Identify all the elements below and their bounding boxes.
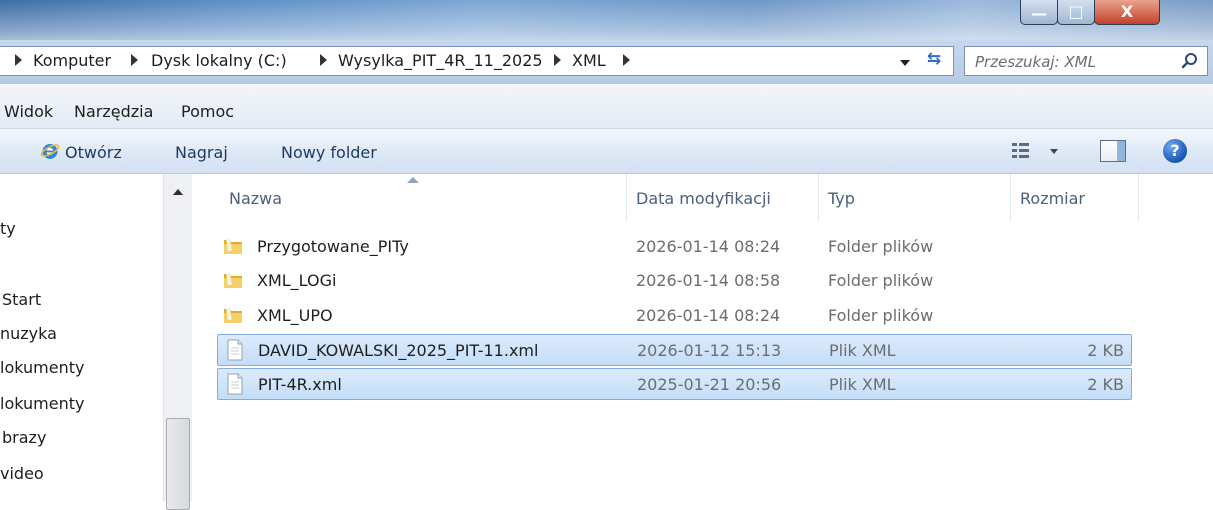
file-type: Folder plików [828,306,934,325]
search-box[interactable] [964,46,1208,76]
navigation-pane: ty Start nuzyka lokumenty lokumenty braz… [0,174,190,502]
breadcrumb-arrow-icon[interactable] [131,54,138,66]
file-type: Folder plików [828,271,934,290]
file-size: 2 KB [1087,341,1124,360]
navigation-scrollbar[interactable] [163,174,193,510]
xml-file-icon [227,339,243,361]
file-name: DAVID_KOWALSKI_2025_PIT-11.xml [258,341,539,360]
file-date: 2026-01-14 08:24 [636,237,781,256]
file-name: XML_LOGi [257,271,337,290]
xml-file-icon [227,373,243,395]
address-row: Komputer Dysk lokalny (C:) Wysylka_PIT_4… [0,40,1213,84]
file-date: 2026-01-14 08:24 [636,306,781,325]
breadcrumb-arrow-icon[interactable] [554,54,561,66]
file-list: Nazwa Data modyfikacji Typ Rozmiar Przyg… [192,174,1213,502]
file-date: 2026-01-12 15:13 [637,341,782,360]
refresh-icon[interactable]: ⇆ [918,49,950,73]
file-type: Folder plików [828,237,934,256]
file-date: 2025-01-21 20:56 [637,375,782,394]
file-name: XML_UPO [257,306,333,325]
sort-ascending-icon [407,177,419,183]
breadcrumb-item-local-disk[interactable]: Dysk lokalny (C:) [151,51,287,70]
address-history-dropdown-icon[interactable] [900,60,910,66]
breadcrumb-item-xml[interactable]: XML [572,51,606,70]
search-icon[interactable] [1181,52,1199,70]
file-date: 2026-01-14 08:58 [636,271,781,290]
list-item[interactable]: XML_UPO 2026-01-14 08:24 Folder plików [217,300,1132,332]
nav-item-video[interactable]: video [0,464,44,483]
minimize-icon: — [1031,4,1047,23]
breadcrumb-item-wysylka[interactable]: Wysylka_PIT_4R_11_2025 [338,51,543,70]
title-bar: — □ X [0,0,1213,40]
column-divider[interactable] [626,174,627,222]
nav-item-pictures[interactable]: brazy [2,428,46,447]
scrollbar-thumb[interactable] [166,418,190,510]
command-bar: Otwórz Nagraj Nowy folder ? [0,129,1213,174]
close-icon: X [1120,2,1134,21]
address-bar[interactable]: Komputer Dysk lokalny (C:) Wysylka_PIT_4… [0,46,954,76]
internet-explorer-icon[interactable] [40,141,60,161]
nav-item-music[interactable]: nuzyka [0,324,57,343]
breadcrumb-arrow-icon[interactable] [320,54,327,66]
file-name: Przygotowane_PITy [257,237,409,256]
list-item[interactable]: XML_LOGi 2026-01-14 08:58 Folder plików [217,265,1132,297]
list-item[interactable]: PIT-4R.xml 2025-01-21 20:56 Plik XML 2 K… [217,368,1132,400]
folder-icon [224,307,242,323]
help-icon[interactable]: ? [1163,139,1187,163]
menu-item-tools[interactable]: Narzędzia [74,102,153,121]
file-type: Plik XML [829,341,896,360]
folder-icon [224,238,242,254]
new-folder-button[interactable]: Nowy folder [281,143,377,162]
open-button[interactable]: Otwórz [65,143,122,162]
column-divider[interactable] [1010,174,1011,222]
maximize-button[interactable]: □ [1057,0,1095,25]
file-type: Plik XML [829,375,896,394]
nav-item-documents[interactable]: lokumenty [0,358,84,377]
list-item[interactable]: Przygotowane_PITy 2026-01-14 08:24 Folde… [217,231,1132,263]
menu-item-help[interactable]: Pomoc [181,102,234,121]
breadcrumb-item-computer[interactable]: Komputer [33,51,111,70]
nav-item-documents-public[interactable]: lokumenty [0,394,84,413]
column-divider[interactable] [1138,174,1139,222]
search-input[interactable] [973,50,1177,74]
file-size: 2 KB [1087,375,1124,394]
folder-icon [224,272,242,288]
close-button[interactable]: X [1094,0,1160,25]
burn-button[interactable]: Nagraj [175,143,228,162]
preview-pane-icon[interactable] [1100,140,1126,162]
nav-item-favorites[interactable]: ty [0,219,16,238]
menu-bar: Widok Narzędzia Pomoc [0,84,1213,129]
maximize-icon: □ [1068,2,1084,21]
file-name: PIT-4R.xml [258,375,342,394]
menu-item-view[interactable]: Widok [4,102,53,121]
nav-item-start[interactable]: Start [2,290,41,309]
scroll-up-arrow-icon[interactable] [173,189,183,195]
breadcrumb-arrow-icon[interactable] [15,54,22,66]
breadcrumb-arrow-icon[interactable] [623,54,630,66]
column-divider[interactable] [818,174,819,222]
change-view-icon[interactable] [1009,138,1069,164]
minimize-button[interactable]: — [1020,0,1058,25]
list-item[interactable]: DAVID_KOWALSKI_2025_PIT-11.xml 2026-01-1… [217,334,1132,366]
